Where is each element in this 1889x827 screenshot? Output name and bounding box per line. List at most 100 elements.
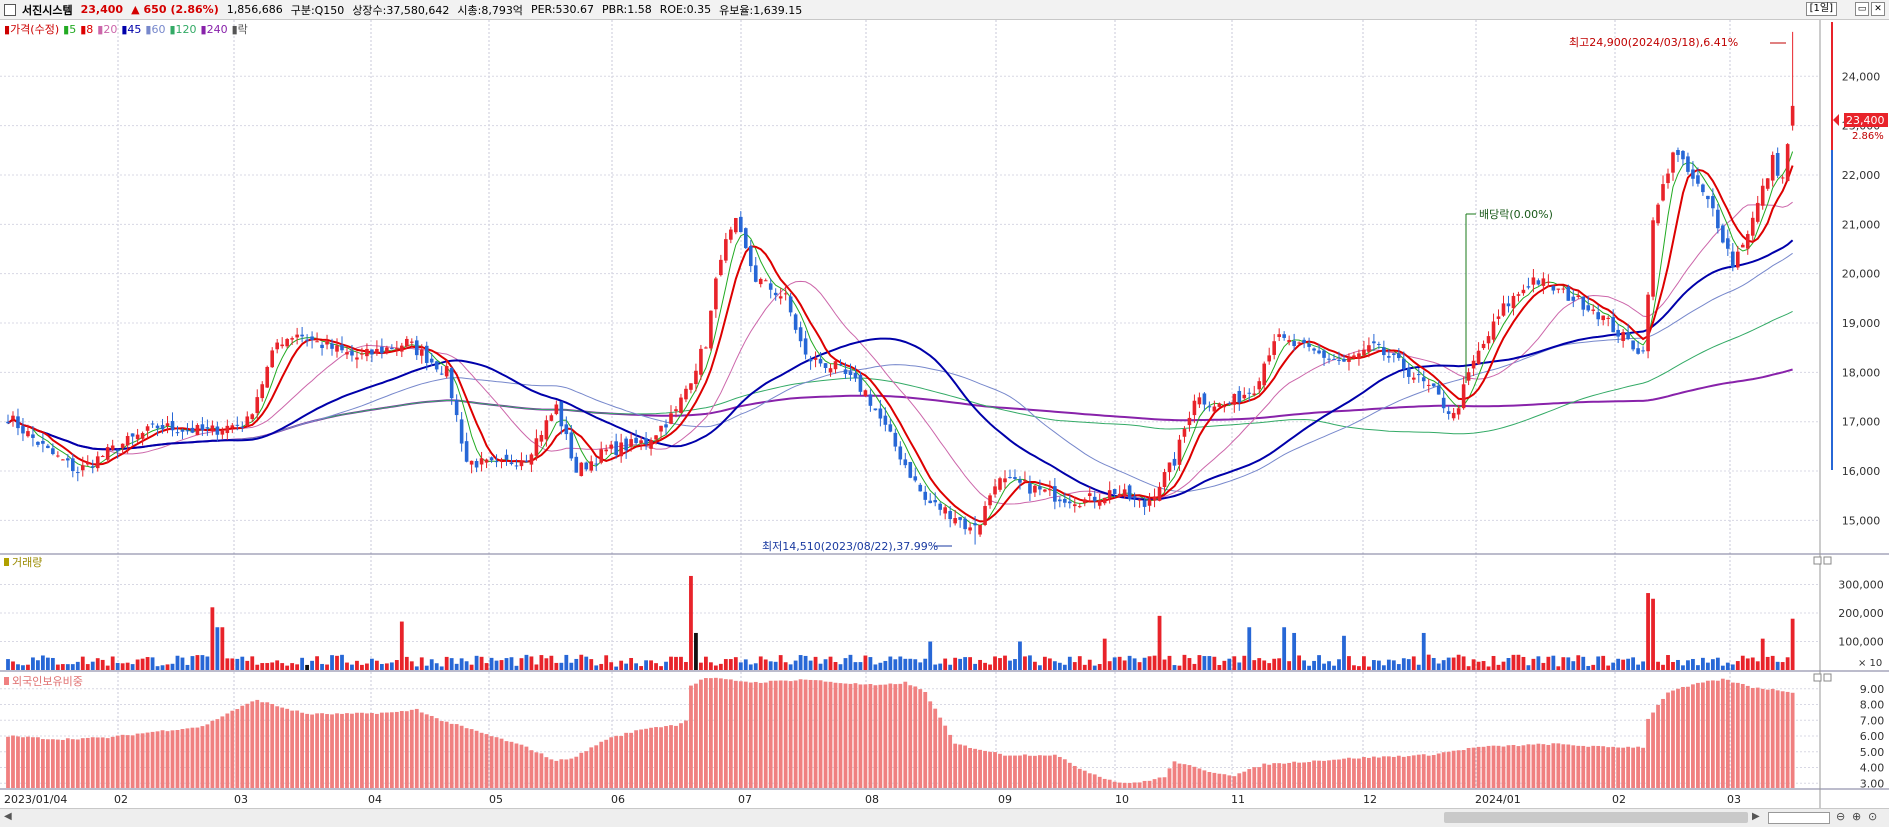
foreign-bar (1287, 762, 1292, 788)
volume-bar (330, 655, 334, 670)
foreign-bar (459, 725, 464, 788)
volume-bar (1531, 658, 1536, 670)
candle-body (1292, 340, 1296, 347)
candle-body (165, 423, 170, 426)
candle-body (6, 421, 10, 424)
volume-bar (858, 662, 863, 670)
candle-body (704, 347, 708, 349)
foreign-bar (1626, 746, 1631, 788)
foreign-bar (1167, 768, 1172, 788)
volume-bar (853, 662, 858, 670)
foreign-bar (1197, 768, 1202, 788)
candle-body (913, 476, 918, 481)
candle-body (1337, 359, 1341, 361)
x-axis-label: 02 (1612, 793, 1626, 806)
candle-body (444, 365, 449, 377)
candle-body (1551, 285, 1556, 291)
foreign-bar (285, 708, 290, 788)
foreign-bar (858, 684, 863, 788)
foreign-bar (599, 741, 604, 788)
legend-item: 60 (151, 23, 165, 36)
foreign-bar (449, 723, 454, 788)
candle-body (1297, 342, 1301, 344)
foreign-bar (155, 731, 160, 788)
foreign-bar (1013, 755, 1017, 788)
candle-body (380, 346, 384, 354)
foreign-bar (514, 743, 519, 788)
foreign-bar (753, 681, 758, 788)
volume-bar (1257, 658, 1262, 670)
horizontal-scrollbar[interactable]: ◀ ▶ ⊖ ⊕ ⊙ (0, 808, 1889, 827)
foreign-bar (584, 751, 589, 788)
zoom-out-icon[interactable]: ⊖ (1836, 810, 1845, 823)
candle-body (1411, 377, 1416, 380)
foreign-bar (85, 737, 90, 788)
volume-bar (90, 661, 95, 670)
foreign-bar (504, 741, 509, 788)
stock-chart[interactable]: 15,000 16,000 17,000 18,000 19,000 20,000 21,0… (0, 0, 1889, 826)
zoom-reset-icon[interactable]: ⊙ (1868, 810, 1877, 823)
foreign-bar (1641, 747, 1645, 788)
volume-bar (1307, 665, 1311, 670)
candle-body (1446, 411, 1451, 414)
foreign-bar (1052, 754, 1057, 788)
volume-bar (923, 658, 928, 670)
candle-body (1681, 150, 1685, 160)
candle-body (778, 296, 783, 299)
foreign-bar (370, 712, 374, 788)
volume-bar (1342, 635, 1346, 670)
volume-bar (848, 654, 853, 670)
foreign-bar (1775, 690, 1780, 788)
volume-bar (444, 656, 449, 670)
volume-bar (1192, 663, 1197, 670)
candle-body (868, 394, 873, 406)
x-axis-label: 2024/01 (1475, 793, 1521, 806)
candle-body (599, 449, 604, 463)
zoom-slider[interactable] (1768, 812, 1830, 824)
volume-bar (320, 663, 324, 670)
candle-body (903, 459, 908, 466)
foreign-bar (1671, 690, 1675, 788)
volume-bar (1352, 665, 1356, 670)
legend-item: 120 (176, 23, 197, 36)
foreign-bar (469, 729, 474, 788)
volume-bar (1571, 661, 1576, 670)
candle-body (280, 344, 284, 347)
volume-bar (1107, 661, 1112, 670)
candle-body (1227, 403, 1232, 405)
volume-bar (295, 664, 300, 670)
candle-body (753, 265, 758, 282)
scroll-right-icon[interactable]: ▶ (1752, 811, 1760, 822)
candle-body (978, 525, 982, 535)
volume-bar (1391, 660, 1396, 670)
scroll-left-icon[interactable]: ◀ (4, 811, 12, 822)
candle-body (1631, 340, 1635, 350)
volume-bar (484, 663, 489, 670)
price-tick-label: 16,000 (1842, 465, 1881, 478)
candle-body (125, 436, 130, 446)
candle-body (983, 506, 987, 525)
zoom-in-icon[interactable]: ⊕ (1852, 810, 1861, 823)
foreign-bar (978, 749, 982, 788)
foreign-bar (1312, 760, 1316, 788)
candle-body (968, 527, 972, 531)
candle-body (943, 507, 947, 514)
candle-body (1222, 406, 1227, 408)
volume-bar (140, 658, 145, 670)
candle-body (808, 358, 813, 362)
scroll-thumb[interactable] (1444, 812, 1748, 823)
volume-bar (1013, 659, 1017, 670)
candle-body (385, 347, 389, 353)
volume-bar (1451, 657, 1456, 670)
candle-body (649, 440, 653, 449)
foreign-bar (1466, 748, 1471, 788)
candle-body (265, 366, 270, 388)
candle-body (1611, 317, 1615, 333)
candle-body (888, 424, 893, 432)
volume-bar (190, 656, 195, 670)
volume-bar (1347, 656, 1351, 670)
volume-bar (1526, 665, 1531, 670)
candle-body (1008, 477, 1012, 479)
foreign-bar (1710, 680, 1715, 788)
volume-bar (1591, 664, 1596, 670)
